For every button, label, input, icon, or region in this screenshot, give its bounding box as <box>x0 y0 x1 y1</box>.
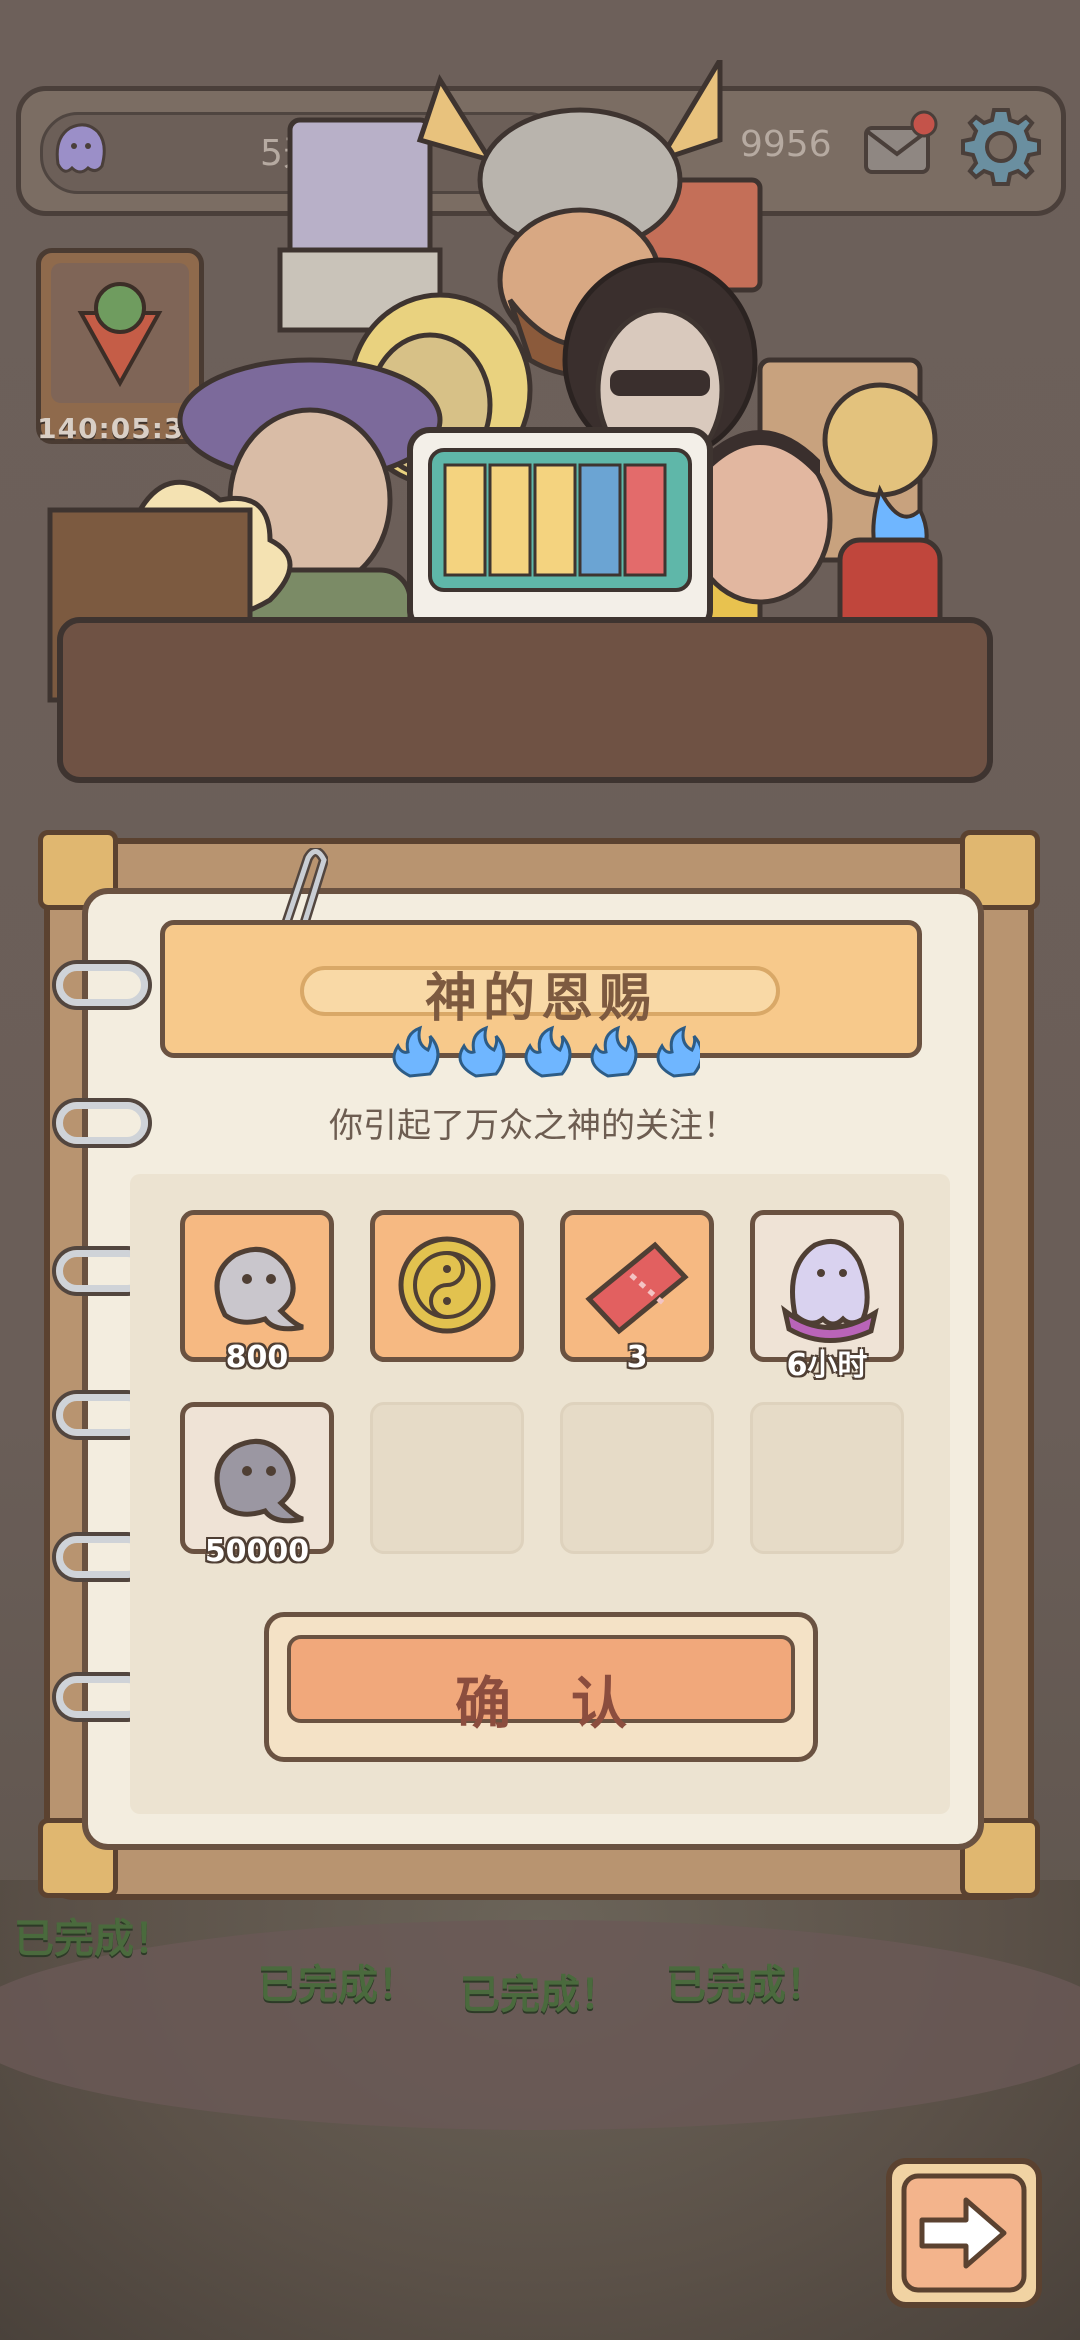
confirm-button[interactable]: 确认 <box>264 1612 818 1762</box>
confirm-label: 确认 <box>455 1672 687 1737</box>
completed-label: 已完成！ <box>14 1916 174 1962</box>
reward-quantity: 3 <box>626 1340 648 1375</box>
yin-yang-coin-icon <box>398 1236 496 1334</box>
ticket-icon <box>585 1241 689 1335</box>
flame-icon <box>392 1025 440 1078</box>
completed-label: 已完成！ <box>666 1962 826 2008</box>
ghost-icon <box>781 1239 879 1343</box>
reward-quantity: 800 <box>225 1340 289 1375</box>
binder-ring <box>56 964 148 1006</box>
flame-icon <box>524 1025 572 1078</box>
flame-icon <box>458 1025 506 1078</box>
spirit-bubble-icon <box>214 1246 304 1332</box>
reward-quantity: 6小时 <box>786 1348 868 1383</box>
completed-label: 已完成！ <box>460 1972 620 2018</box>
next-button[interactable] <box>886 2158 1042 2308</box>
flame-icon <box>656 1025 700 1078</box>
completed-label: 已完成！ <box>258 1962 418 2008</box>
reward-quantity: 50000 <box>204 1534 310 1569</box>
flame-icon <box>590 1025 638 1078</box>
arrow-right-icon <box>901 2173 1027 2293</box>
dark-spirit-bubble-icon <box>214 1438 304 1524</box>
empty-reward-slot <box>370 1402 524 1554</box>
reward-slot[interactable] <box>370 1210 524 1362</box>
confirm-button-face: 确认 <box>287 1635 795 1737</box>
empty-reward-slot <box>560 1402 714 1554</box>
reward-slot[interactable] <box>180 1402 334 1554</box>
empty-reward-slot <box>750 1402 904 1554</box>
popup-title: 神的恩赐 <box>424 969 657 1029</box>
gods-group-illustration <box>47 60 993 783</box>
rating-flames <box>392 1025 700 1078</box>
popup-subtitle: 你引起了万众之神的关注！ <box>329 1106 737 1146</box>
